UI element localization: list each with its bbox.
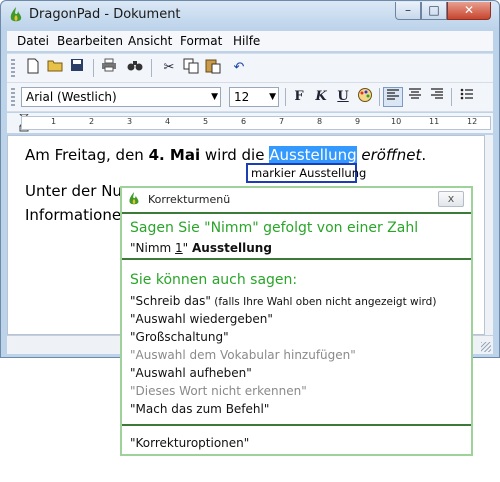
standard-toolbar: ✂ ↶	[7, 53, 493, 83]
divider	[122, 212, 471, 214]
ruler-number: 3	[127, 117, 133, 126]
command-korrekturoptionen[interactable]: "Korrekturoptionen"	[130, 436, 249, 450]
font-size-value: 12	[234, 90, 250, 104]
correction-menu: Korrekturmenü x Sagen Sie "Nimm" gefolgt…	[120, 186, 473, 456]
ruler-scale: 1 2 3 4 5 6 7 8 9 10 11 12	[21, 116, 491, 130]
ruler-number: 11	[429, 117, 440, 126]
copy-icon[interactable]	[181, 58, 201, 78]
align-center-icon[interactable]	[405, 87, 425, 107]
dragon-flame-icon	[129, 192, 139, 205]
choice-prefix: "Nimm	[130, 241, 176, 255]
toolbar-separator	[451, 88, 452, 106]
resize-grip-icon[interactable]	[481, 342, 491, 352]
bullet-list-icon[interactable]	[457, 87, 477, 107]
minimize-button[interactable]: –	[395, 2, 421, 20]
ruler-number: 7	[279, 117, 285, 126]
font-select-value: Arial (Westlich)	[26, 90, 117, 104]
window-title: DragonPad - Dokument	[29, 7, 181, 22]
ruler-number: 2	[89, 117, 95, 126]
menu-hilfe[interactable]: Hilfe	[233, 34, 260, 48]
toolbar-separator	[285, 88, 286, 106]
doc-text: Am Freitag, den	[25, 146, 149, 164]
correction-menu-close-button[interactable]: x	[438, 191, 464, 207]
chevron-down-icon: ▼	[269, 92, 276, 102]
command-vokabular-hinzufuegen[interactable]: "Auswahl dem Vokabular hinzufügen"	[130, 348, 356, 362]
command-wort-nicht-erkennen[interactable]: "Dieses Wort nicht erkennen"	[130, 384, 307, 398]
ruler-number: 6	[241, 117, 247, 126]
paste-icon[interactable]	[203, 58, 223, 78]
ruler[interactable]: 1 2 3 4 5 6 7 8 9 10 11 12	[7, 113, 493, 133]
underline-button[interactable]: U	[333, 87, 353, 107]
choice-item-1[interactable]: "Nimm 1" Ausstellung	[130, 241, 272, 255]
choice-number: 1	[175, 241, 183, 255]
menu-format[interactable]: Format	[180, 34, 222, 48]
menu-datei[interactable]: Datei	[17, 34, 49, 48]
maximize-button[interactable]: □	[421, 2, 447, 20]
command-grossschaltung[interactable]: "Großschaltung"	[130, 330, 229, 344]
correction-menu-title: Korrekturmenü	[148, 193, 231, 206]
toolbar-grip[interactable]	[11, 88, 15, 106]
doc-text: .	[421, 146, 427, 164]
document-line-1[interactable]: Am Freitag, den 4. Mai wird die Ausstell…	[25, 146, 426, 164]
align-left-icon[interactable]	[383, 87, 403, 107]
menu-ansicht[interactable]: Ansicht	[128, 34, 172, 48]
correction-heading-nimm: Sagen Sie "Nimm" gefolgt von einer Zahl	[130, 220, 419, 236]
command-label: "Schreib das"	[130, 294, 211, 308]
save-icon[interactable]	[67, 58, 87, 78]
dragon-flame-icon	[10, 7, 22, 22]
choice-suffix: "	[182, 241, 193, 255]
command-auswahl-wiedergeben[interactable]: "Auswahl wiedergeben"	[130, 312, 273, 326]
ruler-number: 10	[391, 117, 402, 126]
close-button[interactable]: ✕	[447, 2, 491, 20]
ruler-number: 8	[317, 117, 323, 126]
ruler-number: 5	[203, 117, 209, 126]
divider	[122, 424, 471, 426]
find-icon[interactable]	[125, 58, 145, 78]
color-palette-icon[interactable]	[355, 87, 375, 107]
font-size-select[interactable]: 12 ▼	[229, 87, 279, 107]
toolbar-grip[interactable]	[11, 59, 15, 77]
toolbar-separator	[379, 88, 380, 106]
open-folder-icon[interactable]	[45, 58, 65, 78]
italic-button[interactable]: K	[311, 87, 331, 107]
menu-bearbeiten[interactable]: Bearbeiten	[57, 34, 123, 48]
command-mach-das-zum-befehl[interactable]: "Mach das zum Befehl"	[130, 402, 269, 416]
ruler-number: 12	[467, 117, 478, 126]
selected-word[interactable]: Ausstellung	[269, 146, 357, 164]
new-document-icon[interactable]	[23, 58, 43, 78]
divider	[122, 258, 471, 260]
bold-button[interactable]: F	[289, 87, 309, 107]
align-right-icon[interactable]	[427, 87, 447, 107]
title-bar[interactable]: DragonPad - Dokument – □ ✕	[1, 1, 499, 29]
doc-text: wird die	[200, 146, 270, 164]
dictation-tooltip: markier Ausstellung	[246, 163, 366, 183]
print-icon[interactable]	[99, 58, 119, 78]
menu-bar: Datei Bearbeiten Ansicht Format Hilfe	[7, 31, 493, 51]
ruler-number: 4	[165, 117, 171, 126]
choice-word: Ausstellung	[192, 241, 272, 255]
command-schreib-das[interactable]: "Schreib das" (falls Ihre Wahl oben nich…	[130, 294, 436, 308]
undo-icon[interactable]: ↶	[229, 58, 249, 78]
command-auswahl-aufheben[interactable]: "Auswahl aufheben"	[130, 366, 252, 380]
toolbar-separator	[151, 59, 152, 77]
ruler-number: 1	[51, 117, 57, 126]
document-line-3[interactable]: Informationen	[25, 206, 131, 224]
font-select[interactable]: Arial (Westlich) ▼	[21, 87, 221, 107]
format-toolbar: Arial (Westlich) ▼ 12 ▼ F K U	[7, 83, 493, 112]
cut-icon[interactable]: ✂	[159, 58, 179, 78]
correction-heading-alternatives: Sie können auch sagen:	[130, 272, 298, 288]
doc-text-bold: 4. Mai	[148, 146, 201, 164]
vertical-scrollbar[interactable]	[485, 135, 493, 335]
toolbar-separator	[93, 59, 94, 77]
ruler-number: 9	[355, 117, 361, 126]
correction-menu-header[interactable]: Korrekturmenü x	[122, 188, 471, 212]
chevron-down-icon: ▼	[211, 92, 218, 102]
command-note: (falls Ihre Wahl oben nicht angezeigt wi…	[210, 296, 437, 308]
doc-text-italic: eröffnet	[361, 146, 422, 164]
